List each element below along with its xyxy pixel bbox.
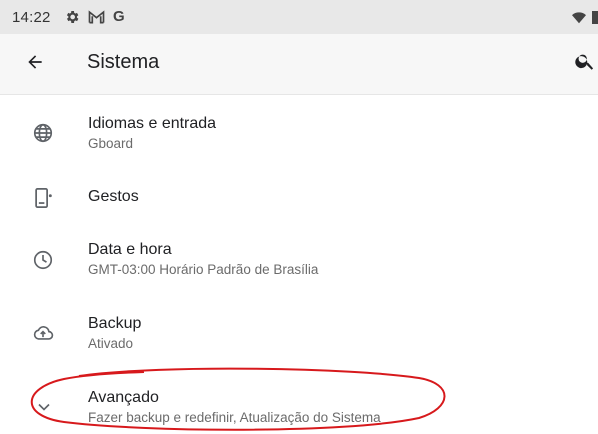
status-time: 14:22 [12, 9, 51, 26]
setting-subtitle: Ativado [88, 336, 134, 351]
google-icon: G [113, 8, 125, 25]
setting-item-idiomas[interactable]: Idiomas e entrada Gboard [0, 112, 598, 156]
wifi-icon [572, 11, 586, 29]
setting-subtitle: Fazer backup e redefinir, Atualização do… [88, 410, 381, 425]
search-icon [574, 50, 596, 77]
setting-subtitle: Gboard [88, 136, 134, 151]
status-system-icons [572, 10, 598, 29]
page-title: Sistema [87, 51, 160, 73]
battery-icon [592, 10, 598, 29]
setting-title: Avançado [88, 389, 159, 406]
gesture-phone-icon [30, 185, 56, 211]
setting-title: Gestos [88, 188, 139, 205]
setting-title: Data e hora [88, 241, 172, 258]
setting-subtitle: GMT-03:00 Horário Padrão de Brasília [88, 262, 319, 277]
setting-item-avancado[interactable]: Avançado Fazer backup e redefinir, Atual… [0, 386, 598, 430]
settings-screen: 14:22 G Sistema Idiomas e entrada Gboard… [0, 0, 598, 434]
status-bar: 14:22 G [0, 0, 598, 34]
chevron-down-icon [31, 394, 57, 420]
setting-item-backup[interactable]: Backup Ativado [0, 312, 598, 356]
setting-item-data-hora[interactable]: Data e hora GMT-03:00 Horário Padrão de … [0, 238, 598, 282]
cloud-upload-icon [30, 320, 56, 346]
status-notification-icons: G [64, 9, 125, 25]
globe-icon [30, 120, 56, 146]
back-button[interactable] [22, 51, 48, 77]
setting-title: Backup [88, 315, 142, 332]
arrow-back-icon [25, 52, 45, 77]
setting-title: Idiomas e entrada [88, 115, 217, 132]
gear-icon [64, 9, 80, 25]
clock-icon [30, 247, 56, 273]
gmail-icon [88, 9, 105, 25]
app-bar: Sistema [0, 34, 598, 95]
search-button[interactable] [574, 51, 598, 75]
setting-item-gestos[interactable]: Gestos [0, 180, 598, 216]
